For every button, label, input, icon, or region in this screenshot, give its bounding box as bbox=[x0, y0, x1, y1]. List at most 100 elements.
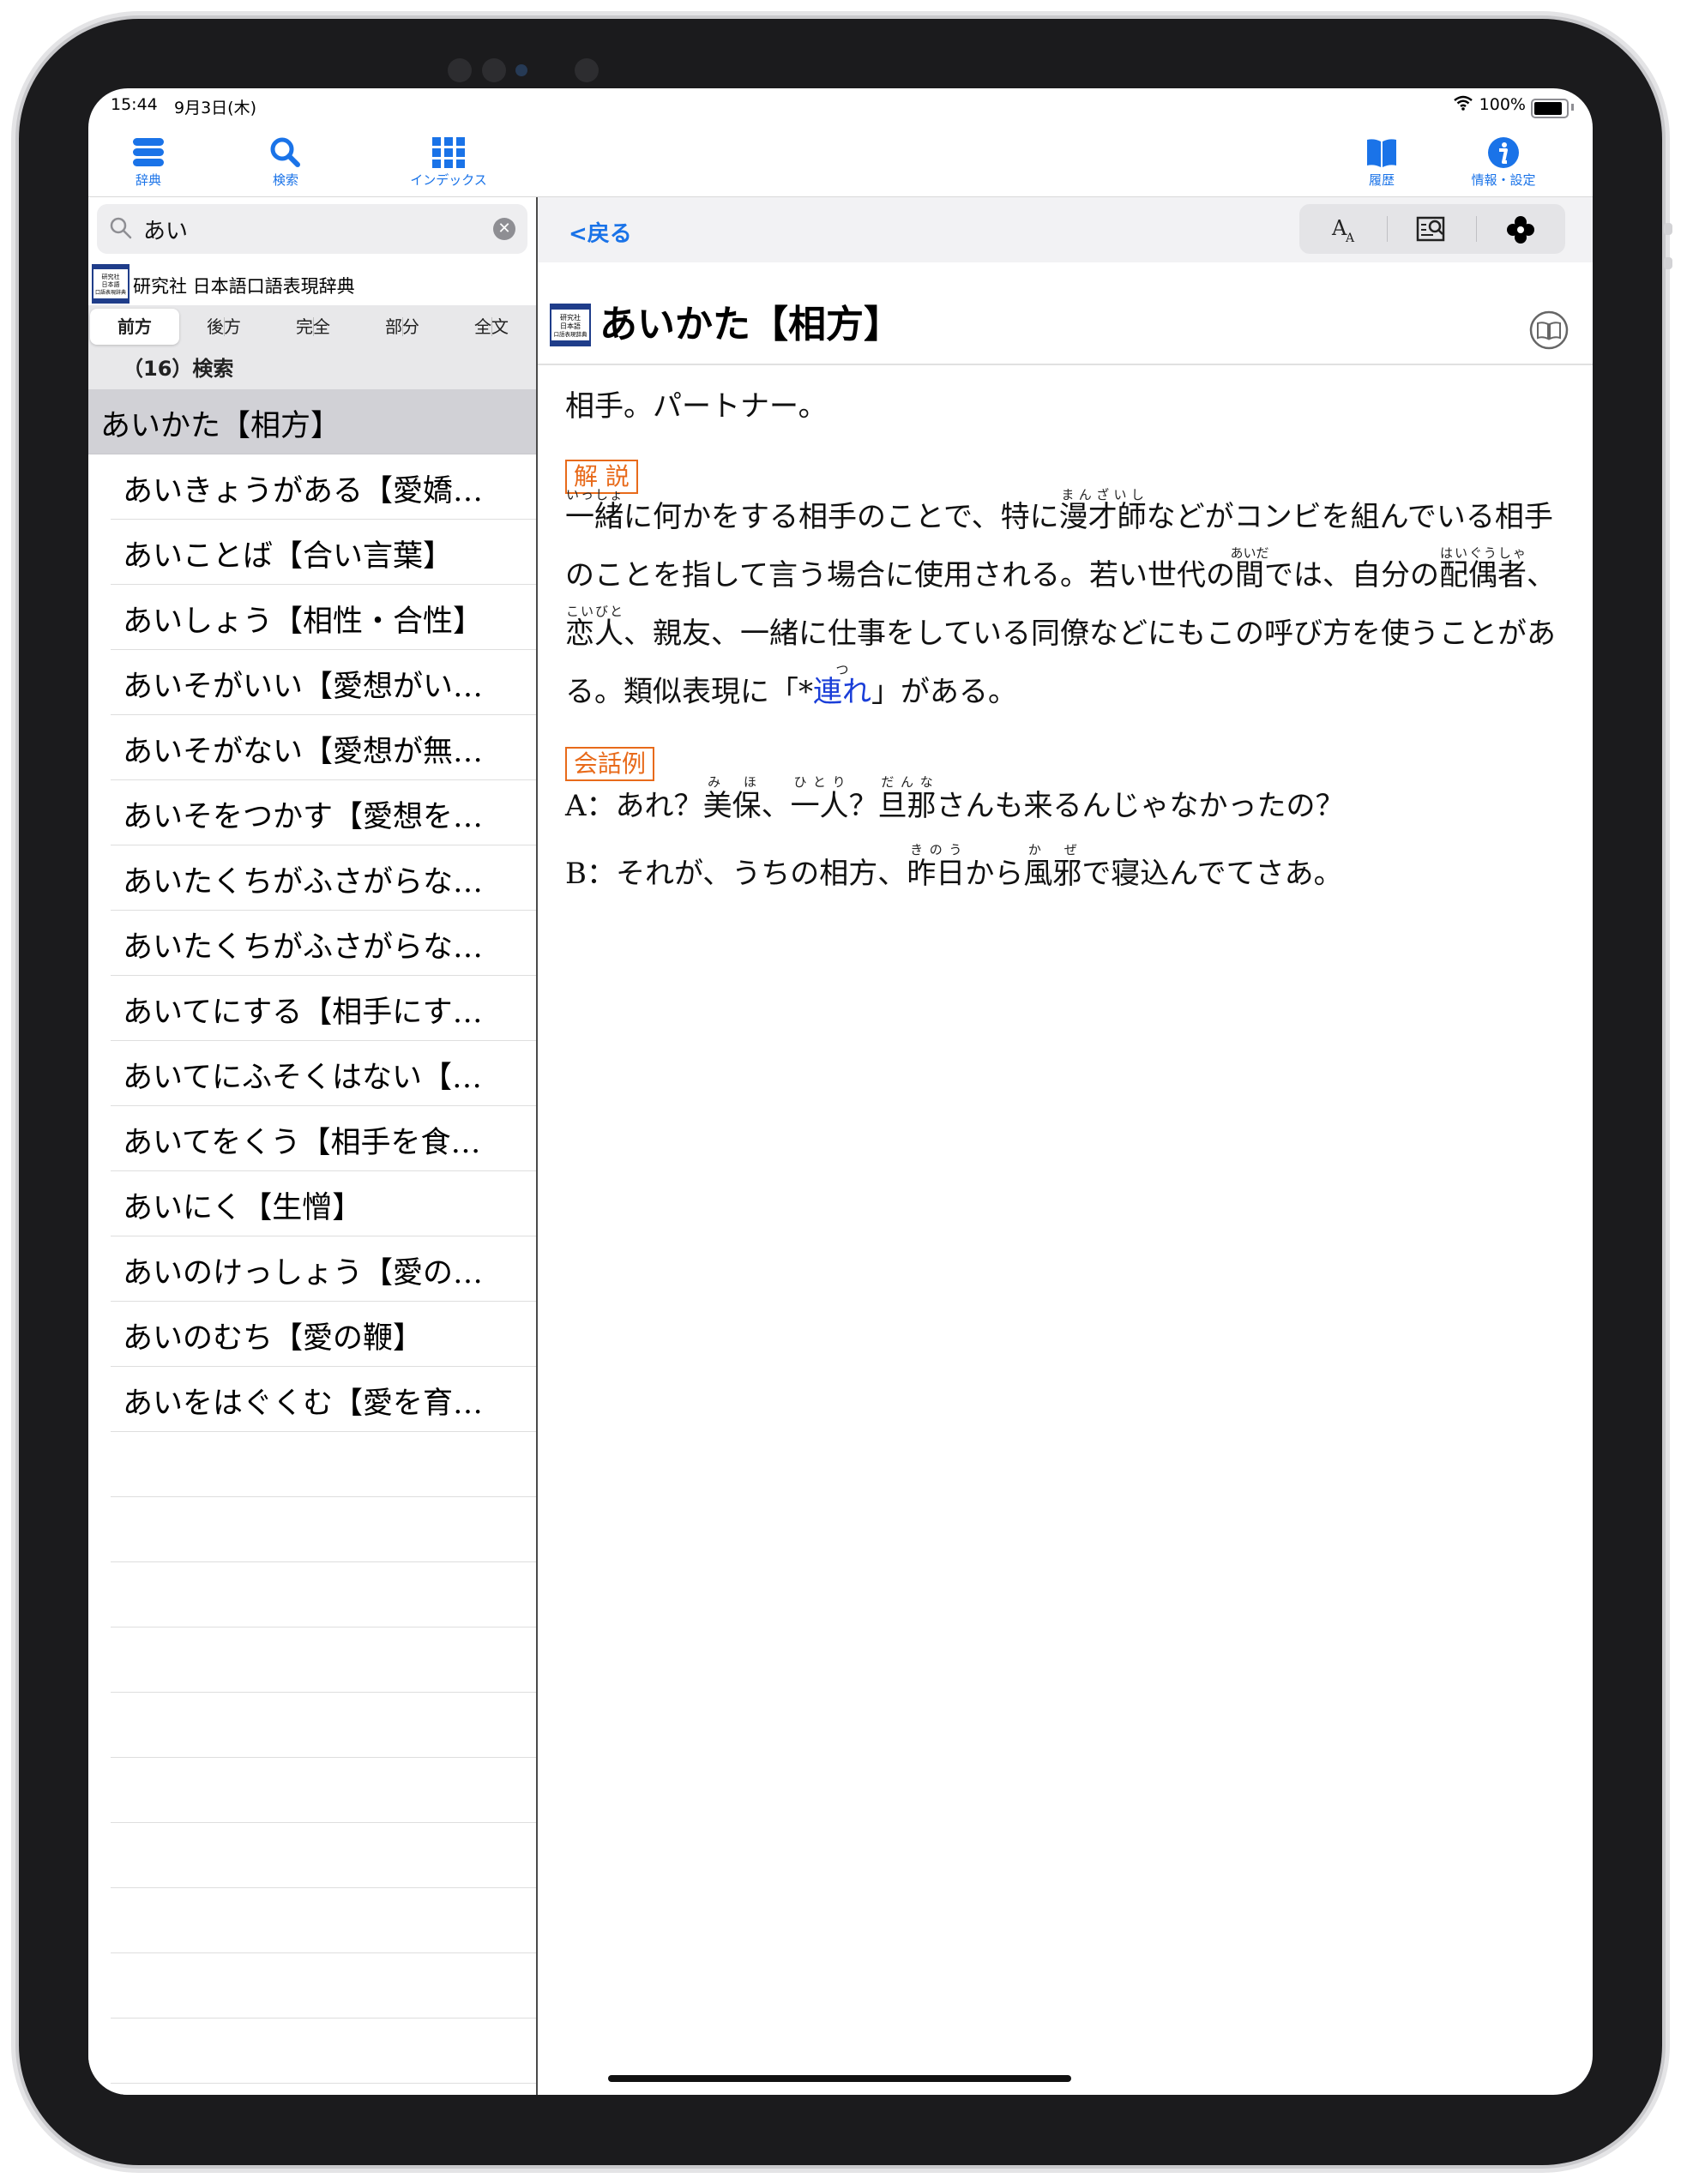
empty-row bbox=[111, 1562, 536, 1627]
svg-text:A: A bbox=[1345, 232, 1355, 245]
entry-body: 相手。パートナー。 解 説 一緒いっしょに何かをする相手のことで、特に漫才師まん… bbox=[565, 377, 1577, 903]
search-field[interactable]: ✕ bbox=[97, 204, 527, 254]
status-bar: 15:44 9月3日(木) 100% bbox=[88, 88, 1593, 126]
read-aloud-button[interactable] bbox=[1529, 310, 1569, 353]
result-row[interactable]: あいそがいい【愛想がい… bbox=[111, 650, 536, 715]
result-row[interactable]: あいしょう【相性・合性】 bbox=[111, 585, 536, 650]
svg-text:研究社: 研究社 bbox=[102, 273, 120, 280]
result-row[interactable]: あいかた【相方】 bbox=[88, 389, 536, 454]
entry-tools: AA bbox=[1299, 204, 1565, 254]
result-title: あいかた【相方】 bbox=[100, 409, 341, 443]
result-list: あいかた【相方】あいきょうがある【愛嬌… あいことば【合い言葉】 あいしょう【相性・… bbox=[88, 389, 536, 2084]
mode-fulltext[interactable]: 全文 bbox=[447, 309, 536, 345]
ruby-word: 漫才師まんざいし bbox=[1058, 487, 1147, 534]
dictionary-name: 研究社 日本語口語表現辞典 bbox=[133, 276, 355, 297]
book-circle-icon bbox=[1529, 310, 1569, 350]
back-button[interactable]: <戻る bbox=[569, 216, 632, 248]
result-row[interactable]: あいてにする【相手にす… bbox=[111, 976, 536, 1041]
mode-exact[interactable]: 完全 bbox=[268, 309, 358, 345]
share-button[interactable] bbox=[1478, 213, 1564, 247]
entry-header: 研究社 日本語 口語表現辞典 あいかた【相方】 bbox=[538, 262, 1593, 365]
result-row[interactable]: あいきょうがある【愛嬌… bbox=[111, 454, 536, 520]
tool-separator bbox=[1387, 216, 1388, 242]
result-row[interactable]: あいことば【合い言葉】 bbox=[111, 520, 536, 585]
wifi-icon bbox=[1454, 95, 1473, 115]
clover-icon bbox=[1507, 216, 1534, 244]
result-title: あいきょうがある【愛嬌… bbox=[123, 474, 484, 508]
search-input[interactable] bbox=[142, 211, 471, 247]
ruby-word: 風邪か ぜ bbox=[1023, 842, 1082, 891]
dictionary-book-icon: 研究社 日本語 口語表現辞典 bbox=[92, 264, 130, 307]
preview-button[interactable] bbox=[1389, 213, 1474, 247]
ruby-word: 一人ひとり bbox=[790, 774, 849, 823]
search-tab-button[interactable]: 検索 bbox=[217, 136, 354, 189]
result-title: あいのけっしょう【愛の… bbox=[123, 1256, 484, 1291]
empty-row bbox=[111, 1823, 536, 1888]
result-row[interactable]: あいのけっしょう【愛の… bbox=[111, 1236, 536, 1302]
empty-row bbox=[111, 1758, 536, 1823]
dictionary-stack-icon bbox=[133, 138, 164, 166]
result-title: あいてにふそくはない【… bbox=[123, 1061, 482, 1095]
result-row[interactable]: あいてにふそくはない【… bbox=[111, 1041, 536, 1106]
dictionary-button[interactable]: 辞典 bbox=[88, 136, 217, 189]
preview-icon bbox=[1416, 216, 1445, 242]
history-label: 履歴 bbox=[1368, 172, 1395, 188]
result-title: あいたくちがふさがらな… bbox=[123, 930, 484, 965]
side-button bbox=[1664, 257, 1672, 269]
result-title: あいそがない【愛想が無… bbox=[123, 735, 484, 769]
search-icon bbox=[270, 137, 300, 167]
ruby-word: 間あいだ bbox=[1230, 545, 1269, 593]
result-row[interactable]: あいをはぐくむ【愛を育… bbox=[111, 1367, 536, 1432]
result-title: あいてにする【相手にす… bbox=[123, 996, 483, 1030]
dictionary-selector[interactable]: 研究社 日本語 口語表現辞典 研究社 日本語口語表現辞典 bbox=[88, 262, 536, 304]
ruby-word: 配偶者はいぐうしゃ bbox=[1438, 545, 1527, 593]
result-row[interactable]: あいてをくう【相手を食… bbox=[111, 1106, 536, 1171]
entry-title: あいかた【相方】 bbox=[599, 303, 901, 346]
svg-text:研究社: 研究社 bbox=[560, 313, 581, 322]
mode-suffix[interactable]: 後方 bbox=[179, 309, 268, 345]
dialog-tag: 会話例 bbox=[565, 747, 655, 781]
screen: 15:44 9月3日(木) 100% 辞典 検索 インデックス 履歴 情報・設定 bbox=[88, 88, 1593, 2095]
font-size-button[interactable]: AA bbox=[1299, 213, 1385, 247]
empty-row bbox=[111, 1497, 536, 1562]
entry-pane: <戻る AA 研究社 日本語 口語表現辞典 あいかた【相方】 相手。パートナー。… bbox=[538, 197, 1593, 2095]
history-button[interactable]: 履歴 bbox=[1313, 136, 1450, 189]
result-title: あいそがいい【愛想がい… bbox=[123, 670, 484, 704]
result-row[interactable]: あいそをつかす【愛想を… bbox=[111, 780, 536, 845]
svg-text:日本語: 日本語 bbox=[102, 280, 120, 288]
home-indicator[interactable] bbox=[608, 2075, 1071, 2082]
battery-icon bbox=[1531, 99, 1569, 118]
result-row[interactable]: あいにく【生憎】 bbox=[111, 1171, 536, 1236]
font-size-icon: AA bbox=[1331, 216, 1355, 245]
result-title: あいたくちがふさがらな… bbox=[123, 865, 484, 899]
cross-reference-link[interactable]: 連れつ bbox=[813, 662, 871, 709]
info-icon bbox=[1488, 137, 1519, 168]
sensor-dot bbox=[448, 58, 472, 82]
result-row[interactable]: あいたくちがふさがらな… bbox=[111, 911, 536, 976]
empty-row bbox=[111, 1627, 536, 1693]
dictionary-book-icon: 研究社 日本語 口語表現辞典 bbox=[550, 304, 591, 350]
grid-icon bbox=[432, 137, 465, 168]
result-row[interactable]: あいそがない【愛想が無… bbox=[111, 715, 536, 780]
dictionary-label: 辞典 bbox=[135, 172, 161, 188]
result-title: あいしょう【相性・合性】 bbox=[123, 605, 484, 639]
result-row[interactable]: あいたくちがふさがらな… bbox=[111, 845, 536, 911]
sensor-dot bbox=[575, 58, 599, 82]
mode-partial[interactable]: 部分 bbox=[358, 309, 447, 345]
result-title: あいことば【合い言葉】 bbox=[123, 539, 454, 574]
definition: 相手。パートナー。 bbox=[565, 389, 828, 424]
clear-search-icon[interactable]: ✕ bbox=[493, 218, 515, 240]
dialog-line-b: B：それが、うちの相方、昨日きのうから風邪か ぜで寝込んでてさあ。 bbox=[565, 842, 1343, 891]
index-button[interactable]: インデックス bbox=[380, 136, 517, 189]
battery-nub bbox=[1571, 104, 1574, 111]
empty-row bbox=[111, 1432, 536, 1497]
search-mode-segmented-control: 前方 後方 完全 部分 全文 bbox=[88, 305, 536, 348]
result-row[interactable]: あいのむち【愛の鞭】 bbox=[111, 1302, 536, 1367]
battery-percent: 100% bbox=[1479, 95, 1526, 114]
ruby-word: 一緒いっしょ bbox=[565, 487, 624, 534]
info-settings-button[interactable]: 情報・設定 bbox=[1435, 136, 1572, 189]
ruby-word: 旦那だんな bbox=[877, 774, 937, 823]
side-button bbox=[1664, 223, 1672, 235]
mode-prefix[interactable]: 前方 bbox=[90, 309, 179, 345]
dialog-line-a: A：あれ？美保み ほ、一人ひとり？旦那だんなさんも来るんじゃなかったの？ bbox=[565, 774, 1345, 823]
